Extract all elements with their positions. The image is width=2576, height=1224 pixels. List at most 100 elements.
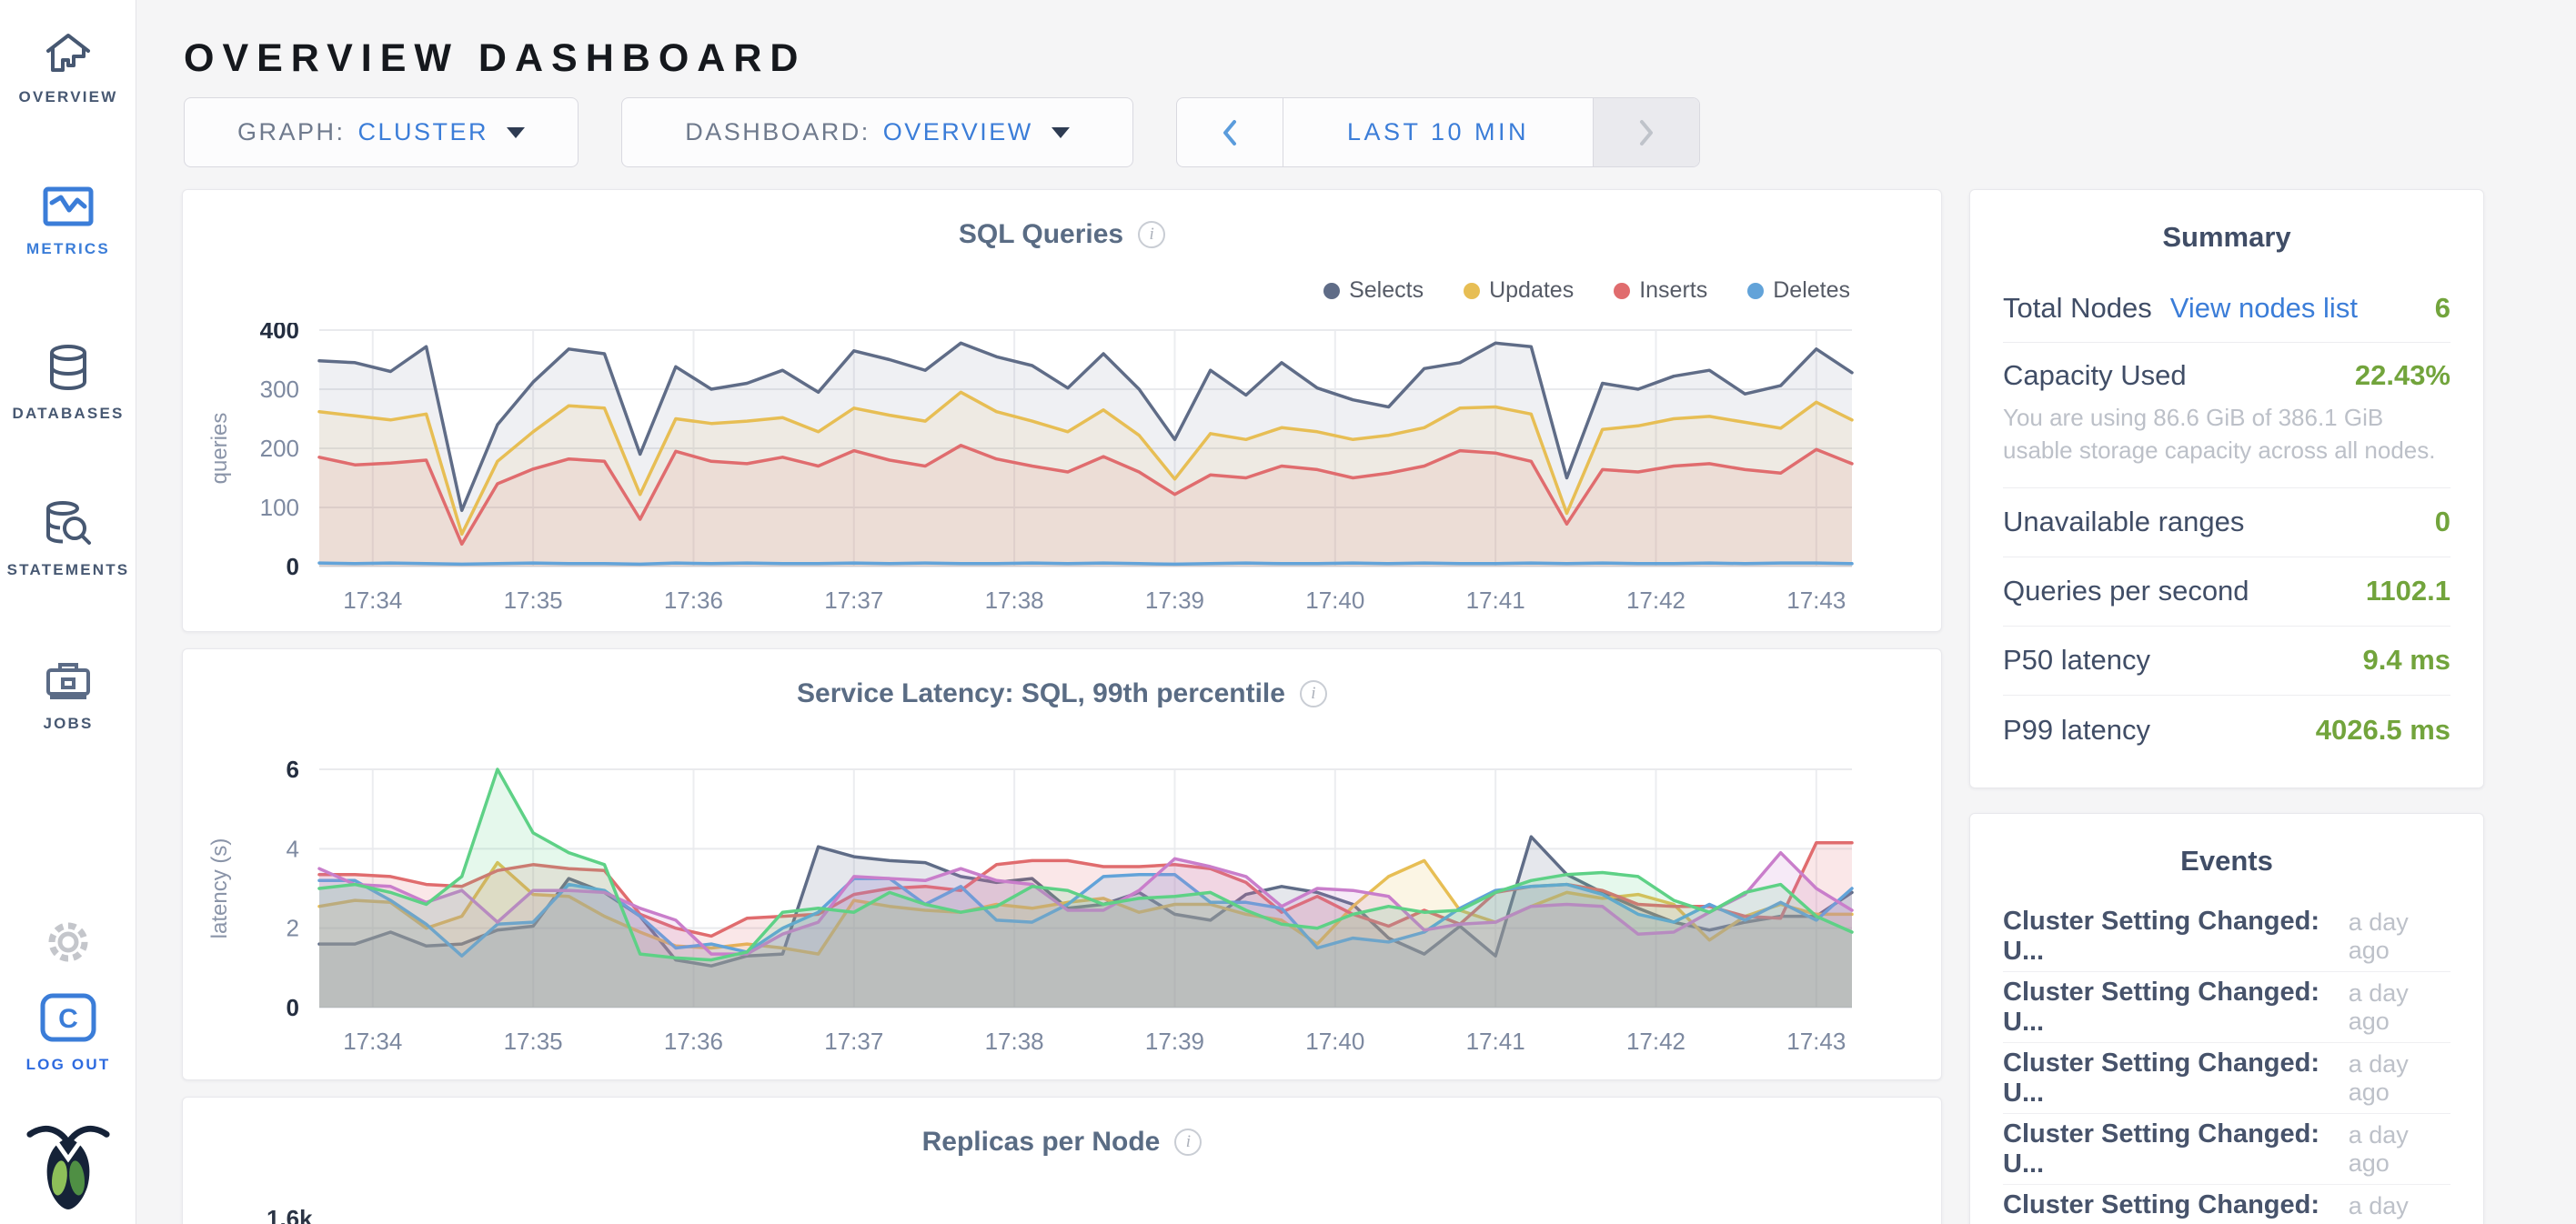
sidebar-item-label: OVERVIEW bbox=[0, 88, 136, 106]
graph-dropdown[interactable]: GRAPH: CLUSTER bbox=[184, 97, 579, 167]
event-row[interactable]: Cluster Setting Changed: U... a day ago bbox=[2003, 972, 2450, 1043]
summary-value: 4026.5 ms bbox=[2316, 714, 2450, 747]
svg-text:17:41: 17:41 bbox=[1466, 1028, 1525, 1055]
graph-dropdown-label: GRAPH: bbox=[237, 118, 346, 146]
svg-text:17:35: 17:35 bbox=[504, 587, 563, 614]
event-time: a day ago bbox=[2349, 908, 2450, 965]
svg-text:17:36: 17:36 bbox=[664, 1028, 723, 1055]
summary-row-p99: P99 latency 4026.5 ms bbox=[2003, 696, 2450, 765]
info-icon[interactable]: i bbox=[1138, 221, 1165, 248]
legend-label: Updates bbox=[1489, 277, 1574, 304]
sidebar-item-statements[interactable]: STATEMENTS bbox=[0, 500, 136, 579]
svg-text:2: 2 bbox=[287, 915, 299, 942]
svg-text:latency (s): latency (s) bbox=[207, 838, 232, 939]
sidebar-item-label: STATEMENTS bbox=[0, 561, 136, 579]
svg-text:17:43: 17:43 bbox=[1786, 1028, 1846, 1055]
legend-dot bbox=[1464, 283, 1480, 299]
svg-text:0: 0 bbox=[287, 994, 299, 1021]
dashboard-dropdown-value: OVERVIEW bbox=[883, 118, 1033, 146]
info-icon[interactable]: i bbox=[1300, 680, 1327, 707]
legend-dot bbox=[1614, 283, 1630, 299]
svg-text:200: 200 bbox=[260, 435, 299, 462]
summary-row-unavailable-ranges: Unavailable ranges 0 bbox=[2003, 488, 2450, 557]
chart-title: SQL Queries bbox=[959, 219, 1123, 250]
svg-text:17:36: 17:36 bbox=[664, 587, 723, 614]
cockroach-bug-icon bbox=[25, 1120, 112, 1216]
summary-row-qps: Queries per second 1102.1 bbox=[2003, 557, 2450, 627]
sidebar-item-metrics[interactable]: METRICS bbox=[0, 186, 136, 258]
y-axis-tick: 1.6k bbox=[267, 1205, 313, 1224]
svg-text:queries: queries bbox=[207, 413, 232, 485]
legend-item-deletes[interactable]: Deletes bbox=[1747, 277, 1850, 304]
event-time: a day ago bbox=[2349, 1192, 2450, 1224]
legend-label: Selects bbox=[1349, 277, 1424, 304]
sidebar: OVERVIEW METRICS DATABASES STATEMENTS JO… bbox=[0, 0, 136, 1224]
view-nodes-list-link[interactable]: View nodes list bbox=[2170, 292, 2358, 325]
time-window-prev-button[interactable] bbox=[1177, 98, 1283, 166]
summary-label: Total Nodes bbox=[2003, 292, 2152, 325]
events-panel: Events Cluster Setting Changed: U... a d… bbox=[1969, 813, 2484, 1224]
replicas-per-node-panel: Replicas per Node i 1.6k bbox=[182, 1097, 1942, 1224]
dashboard-dropdown[interactable]: DASHBOARD: OVERVIEW bbox=[621, 97, 1133, 167]
event-row[interactable]: Cluster Setting Changed: U... a day ago bbox=[2003, 901, 2450, 972]
gear-icon bbox=[45, 918, 92, 970]
event-row[interactable]: Cluster Setting Changed: U... a day ago bbox=[2003, 1185, 2450, 1224]
event-row[interactable]: Cluster Setting Changed: U... a day ago bbox=[2003, 1043, 2450, 1114]
statements-icon bbox=[43, 500, 94, 552]
summary-row-total-nodes: Total Nodes View nodes list 6 bbox=[2003, 274, 2450, 343]
chart-title: Replicas per Node bbox=[922, 1127, 1161, 1158]
chevron-left-icon bbox=[1218, 117, 1242, 148]
database-icon bbox=[46, 344, 90, 396]
chart-title: Service Latency: SQL, 99th percentile bbox=[797, 678, 1285, 709]
summary-value: 9.4 ms bbox=[2362, 644, 2450, 677]
time-window-next-button[interactable] bbox=[1594, 98, 1699, 166]
service-latency-chart[interactable]: 17:3417:3517:3617:3717:3817:3917:4017:41… bbox=[183, 757, 1943, 1066]
time-window-value[interactable]: LAST 10 MIN bbox=[1283, 98, 1594, 166]
summary-row-p50: P50 latency 9.4 ms bbox=[2003, 627, 2450, 696]
sidebar-item-jobs[interactable]: JOBS bbox=[0, 659, 136, 733]
event-title: Cluster Setting Changed: U... bbox=[2003, 1119, 2349, 1179]
sidebar-item-databases[interactable]: DATABASES bbox=[0, 344, 136, 423]
svg-text:4: 4 bbox=[287, 835, 299, 862]
sidebar-item-overview[interactable]: OVERVIEW bbox=[0, 31, 136, 106]
svg-text:C: C bbox=[58, 1004, 78, 1034]
svg-text:17:43: 17:43 bbox=[1786, 587, 1846, 614]
event-title: Cluster Setting Changed: U... bbox=[2003, 1190, 2349, 1224]
legend-label: Deletes bbox=[1773, 277, 1850, 304]
svg-text:17:37: 17:37 bbox=[824, 587, 883, 614]
svg-text:300: 300 bbox=[260, 376, 299, 403]
summary-label: Queries per second bbox=[2003, 575, 2249, 607]
cockroach-logo[interactable] bbox=[0, 1120, 136, 1216]
summary-panel: Summary Total Nodes View nodes list 6 Ca… bbox=[1969, 189, 2484, 788]
time-window-selector: LAST 10 MIN bbox=[1176, 97, 1700, 167]
briefcase-icon bbox=[45, 659, 92, 706]
chart-legend: Selects Updates Inserts Deletes bbox=[1323, 277, 1850, 304]
info-icon[interactable]: i bbox=[1174, 1129, 1202, 1156]
svg-text:17:34: 17:34 bbox=[343, 587, 402, 614]
sidebar-item-label: JOBS bbox=[0, 715, 136, 733]
legend-label: Inserts bbox=[1639, 277, 1707, 304]
event-row[interactable]: Cluster Setting Changed: U... a day ago bbox=[2003, 1114, 2450, 1185]
logout-button[interactable]: C LOG OUT bbox=[0, 993, 136, 1074]
home-icon bbox=[45, 31, 92, 79]
chevron-right-icon bbox=[1635, 117, 1658, 148]
legend-item-selects[interactable]: Selects bbox=[1323, 277, 1424, 304]
svg-text:100: 100 bbox=[260, 494, 299, 521]
svg-text:17:37: 17:37 bbox=[824, 1028, 883, 1055]
legend-dot bbox=[1323, 283, 1340, 299]
svg-text:17:39: 17:39 bbox=[1145, 1028, 1204, 1055]
settings-button[interactable] bbox=[0, 918, 136, 970]
summary-title: Summary bbox=[1970, 221, 2483, 254]
events-title: Events bbox=[1970, 845, 2483, 878]
legend-item-updates[interactable]: Updates bbox=[1464, 277, 1574, 304]
summary-value: 0 bbox=[2435, 506, 2450, 538]
sql-queries-panel: SQL Queries i Selects Updates Inserts De… bbox=[182, 189, 1942, 632]
svg-text:17:38: 17:38 bbox=[985, 1028, 1044, 1055]
svg-text:17:40: 17:40 bbox=[1305, 587, 1364, 614]
page-title: OVERVIEW DASHBOARD bbox=[184, 36, 806, 81]
legend-item-inserts[interactable]: Inserts bbox=[1614, 277, 1707, 304]
sql-queries-chart[interactable]: 17:3417:3517:3617:3717:3817:3917:4017:41… bbox=[183, 323, 1943, 623]
svg-text:17:38: 17:38 bbox=[985, 587, 1044, 614]
logout-label: LOG OUT bbox=[0, 1056, 136, 1074]
svg-text:6: 6 bbox=[287, 757, 299, 783]
